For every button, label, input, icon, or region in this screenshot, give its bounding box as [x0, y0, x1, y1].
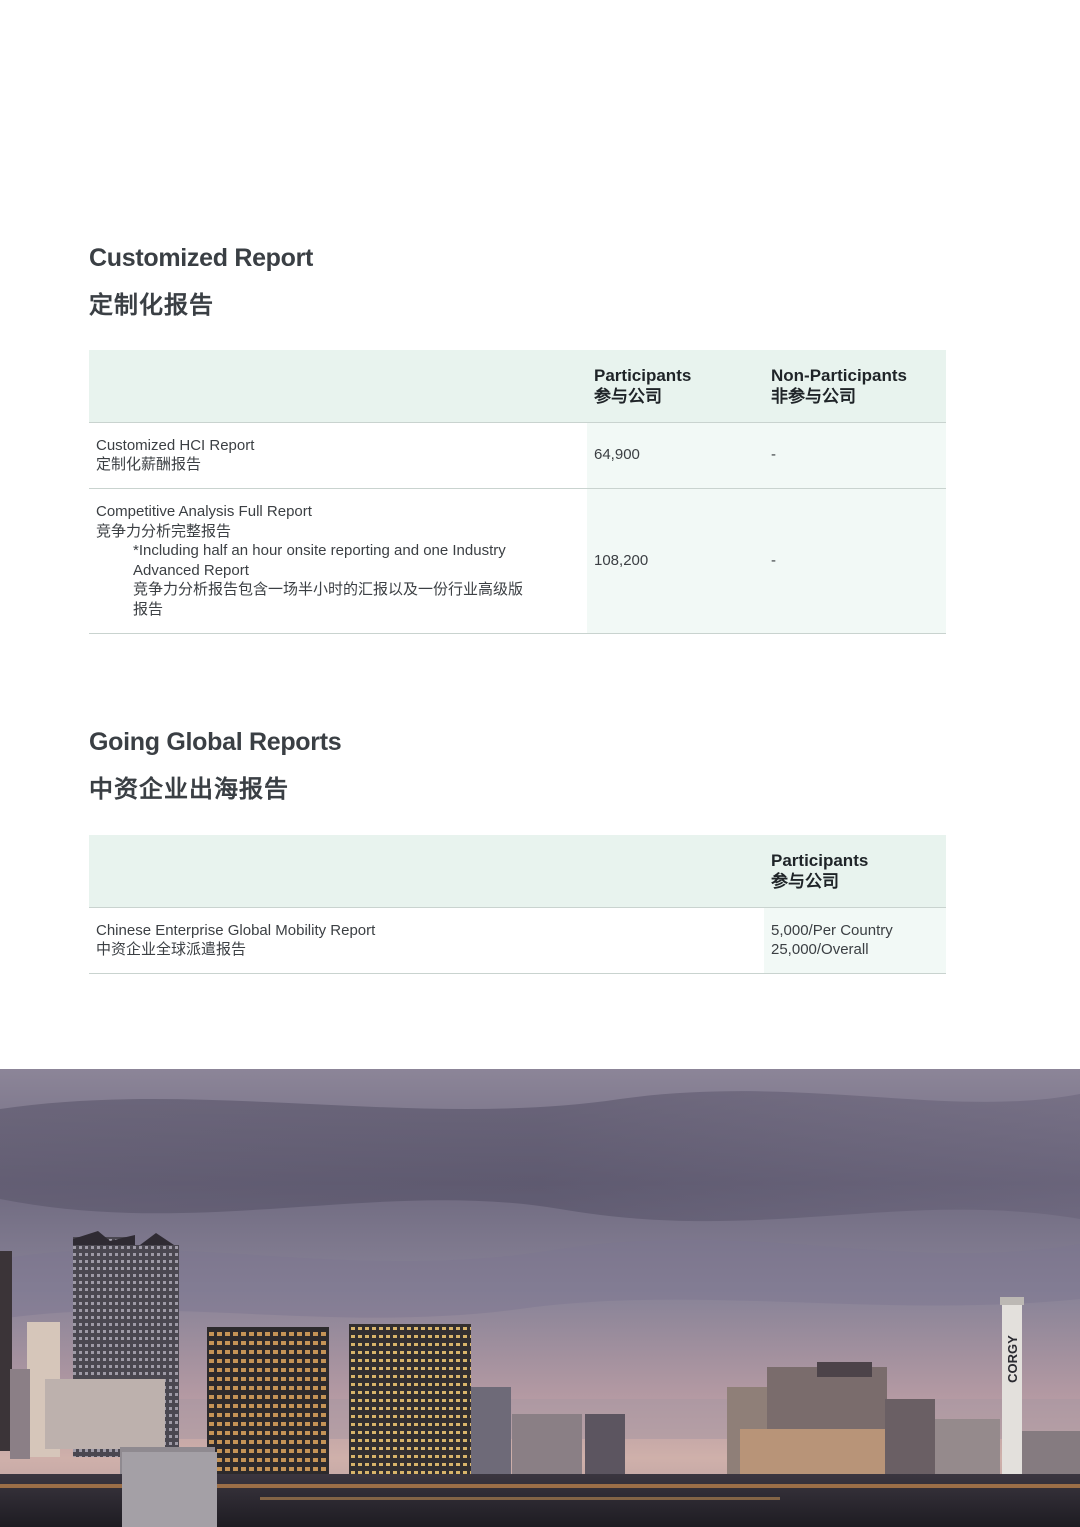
header-non-participants-en: Non-Participants	[771, 365, 908, 385]
report-name-en: Chinese Enterprise Global Mobility Repor…	[96, 921, 376, 939]
header-empty-cell	[89, 350, 587, 423]
global-report-table: Participants 参与公司 Chinese Enterprise Glo…	[89, 835, 946, 974]
building	[45, 1379, 165, 1449]
skyline-illustration: CORGY	[0, 1069, 1080, 1527]
customized-report-table: Participants 参与公司 Non-Participants 非参与公司…	[89, 350, 946, 634]
price-per-country: 5,000/Per Country	[771, 921, 893, 939]
report-note-cn-line-1: 竞争力分析报告包含一场半小时的汇报以及一份行业高级版	[133, 581, 524, 598]
report-name-en: Competitive Analysis Full Report	[96, 503, 312, 520]
participants-price: 5,000/Per Country 25,000/Overall	[764, 907, 946, 974]
foreground-building	[122, 1452, 217, 1527]
table-row: Chinese Enterprise Global Mobility Repor…	[89, 907, 946, 974]
city-skyline-photo: CORGY	[0, 1069, 1080, 1527]
customized-report-title-cn: 定制化报告	[89, 292, 214, 319]
report-name-cn: 定制化薪酬报告	[96, 456, 202, 473]
smokestack-top	[1000, 1297, 1024, 1305]
report-name-cell: Customized HCI Report 定制化薪酬报告	[89, 422, 587, 489]
smokestack-tower	[1002, 1301, 1022, 1501]
price-overall: 25,000/Overall	[771, 941, 869, 958]
building	[10, 1369, 30, 1459]
non-participants-price: -	[764, 488, 946, 634]
report-name-cell: Competitive Analysis Full Report 竞争力分析完整…	[89, 488, 587, 634]
non-participants-price: -	[764, 422, 946, 489]
report-name-cn: 竞争力分析完整报告	[96, 522, 232, 540]
global-report-title-cn: 中资企业出海报告	[89, 776, 289, 803]
header-participants-cn: 参与公司	[771, 871, 839, 891]
participants-price: 64,900	[587, 422, 764, 489]
cloud-band	[0, 1091, 1080, 1222]
table-row: Competitive Analysis Full Report 竞争力分析完整…	[89, 488, 946, 634]
table-row: Customized HCI Report 定制化薪酬报告 64,900 -	[89, 422, 946, 489]
report-name-en: Customized HCI Report	[96, 436, 255, 454]
tower-text: CORGY	[1005, 1335, 1020, 1383]
header-non-participants-cn: 非参与公司	[771, 386, 856, 406]
report-note-en-line-2: Advanced Report	[133, 561, 249, 579]
report-name-cell: Chinese Enterprise Global Mobility Repor…	[89, 907, 764, 974]
report-note-cn-line-2: 报告	[133, 600, 164, 618]
street-lights	[260, 1497, 780, 1500]
customized-report-title-en: Customized Report	[89, 244, 314, 272]
participants-price: 108,200	[587, 488, 764, 634]
building	[207, 1327, 329, 1497]
header-participants: Participants 参与公司	[764, 835, 946, 908]
header-empty-cell	[89, 835, 764, 908]
header-participants-cn: 参与公司	[594, 386, 662, 406]
report-name-cn: 中资企业全球派遣报告	[96, 941, 247, 958]
global-report-title-en: Going Global Reports	[89, 728, 342, 756]
building-roof	[817, 1362, 872, 1377]
header-participants-en: Participants	[771, 850, 869, 870]
header-non-participants: Non-Participants 非参与公司	[764, 350, 946, 423]
report-note-en-line-1: *Including half an hour onsite reporting…	[133, 542, 506, 559]
table-header-row: Participants 参与公司	[89, 835, 946, 908]
table-header-row: Participants 参与公司 Non-Participants 非参与公司	[89, 350, 946, 423]
header-participants-en: Participants	[594, 365, 692, 385]
header-participants: Participants 参与公司	[587, 350, 764, 423]
building	[349, 1324, 471, 1499]
